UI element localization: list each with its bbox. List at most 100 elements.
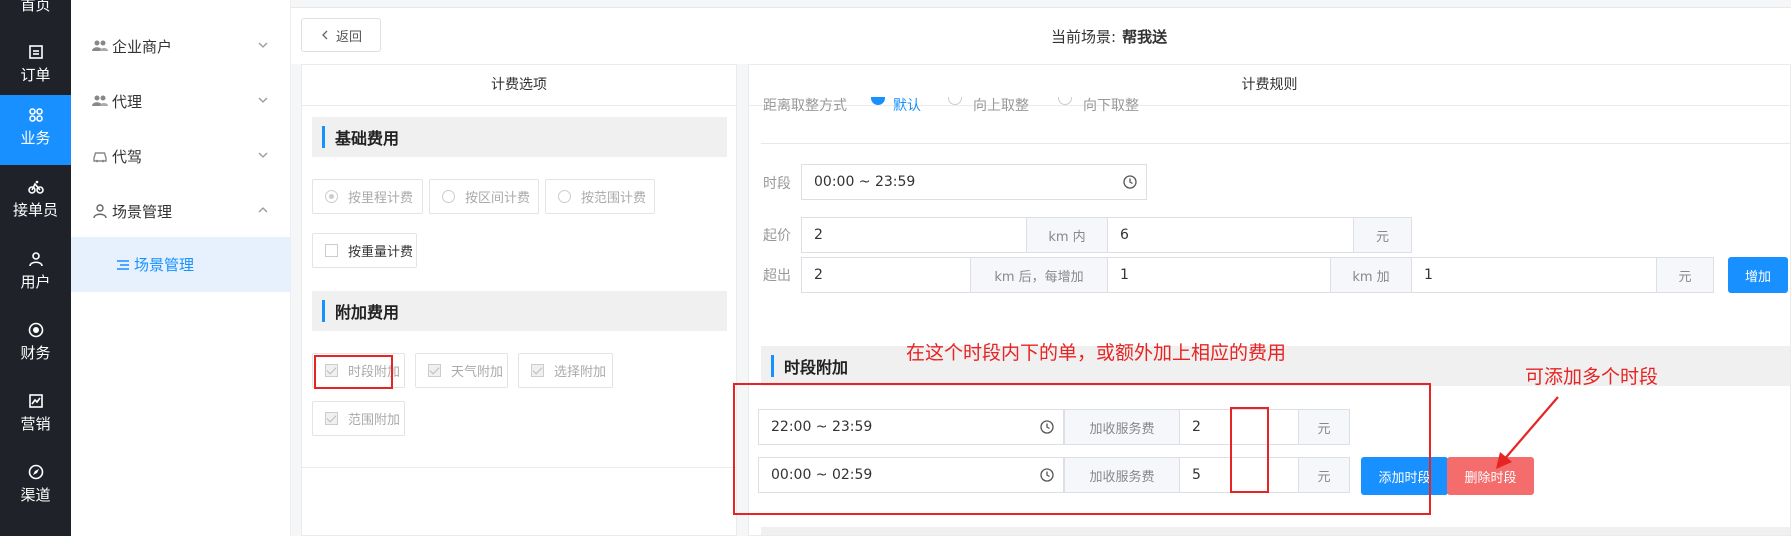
rounding-option-up[interactable]: 向上取整: [973, 97, 1029, 115]
start-price-input[interactable]: 6: [1107, 217, 1354, 253]
over-step-input[interactable]: 1: [1107, 257, 1331, 293]
person-icon: [93, 204, 107, 219]
section-accent-bar: [322, 300, 325, 322]
time-label: 时段: [763, 176, 791, 192]
grid-icon: [28, 108, 43, 122]
nav-item-users[interactable]: 用户: [0, 239, 71, 309]
radio-selected-indicator[interactable]: [871, 97, 885, 105]
checkbox-selection-surcharge[interactable]: 选择附加: [518, 353, 613, 388]
divider: [761, 143, 1790, 144]
chevron-left-icon: [322, 30, 328, 40]
nav-item-business[interactable]: 业务: [0, 95, 71, 165]
nav-item-marketing[interactable]: 营销: [0, 381, 71, 451]
over-price-input[interactable]: 1: [1411, 257, 1657, 293]
sidebar-item-label: 场景管理: [112, 202, 173, 221]
chevron-down-icon: [258, 97, 268, 103]
chevron-down-icon: [258, 42, 268, 48]
sidebar-subitem-label: 场景管理: [134, 256, 195, 274]
current-scene-value: 帮我送: [1122, 28, 1168, 46]
nav-item-orders[interactable]: 订单: [0, 32, 71, 102]
annotation-note-period: 在这个时段内下的单，或额外加上相应的费用: [906, 342, 1287, 364]
option-label: 按重量计费: [348, 245, 414, 260]
panel-divider: [302, 467, 736, 468]
charge-options-panel: 计费选项 基础费用 按里程计费 按区间计费 按范围计费 按重量计费 附加费用 时…: [301, 64, 737, 536]
next-section-edge: [761, 527, 1790, 535]
sidebar-item-label: 代理: [112, 92, 143, 111]
back-button-label: 返回: [335, 29, 362, 45]
sidebar-item-agents[interactable]: 代理: [71, 74, 291, 128]
radio-by-mileage[interactable]: 按里程计费: [312, 179, 423, 214]
rounding-row: 距离取整方式 默认 向上取整 向下取整: [763, 97, 1363, 117]
section-header-base: 基础费用: [312, 117, 727, 157]
radio-indicator[interactable]: [948, 97, 962, 105]
checkbox-weather-surcharge[interactable]: 天气附加: [415, 353, 508, 388]
top-divider: [291, 0, 1791, 8]
bike-icon: [27, 180, 44, 194]
currency-unit: 元: [1353, 217, 1412, 253]
checkbox-indicator: [428, 364, 441, 377]
section-accent-bar: [322, 126, 325, 148]
current-scene-label: 当前场景:: [1051, 28, 1117, 46]
nav-item-label: 营销: [20, 415, 51, 433]
sidebar-item-label: 企业商户: [112, 37, 173, 56]
time-range-value: 00:00 ~ 23:59: [814, 174, 916, 190]
annotation-box-fee-values: [1230, 407, 1269, 493]
checkbox-indicator: [325, 244, 338, 257]
sidebar-item-merchants[interactable]: 企业商户: [71, 19, 291, 73]
nav-item-label: 订单: [20, 66, 51, 84]
chevron-up-icon: [258, 207, 268, 213]
annotation-box-period-rows: [733, 383, 1431, 515]
nav-item-label: 渠道: [20, 486, 51, 504]
over-km-value: 2: [814, 267, 823, 283]
order-icon: [28, 45, 43, 59]
section-title: 时段附加: [784, 358, 849, 377]
section-title: 附加费用: [335, 303, 400, 322]
nav-item-finance[interactable]: 财务: [0, 310, 71, 380]
start-km-input[interactable]: 2: [801, 217, 1027, 253]
start-price-label: 起价: [763, 228, 791, 244]
sidebar-item-label: 代驾: [112, 147, 143, 166]
start-price-value: 6: [1120, 227, 1129, 243]
rounding-option-down[interactable]: 向下取整: [1083, 97, 1139, 115]
option-label: 按区间计费: [465, 191, 531, 206]
finance-icon: [28, 322, 43, 338]
annotation-arrow: [1496, 396, 1559, 469]
panel-title: 计费选项: [302, 65, 736, 106]
option-label: 按里程计费: [348, 191, 414, 206]
over-price-value: 1: [1424, 267, 1433, 283]
nav-item-label: 用户: [20, 273, 51, 291]
annotation-box-period-option: [314, 355, 393, 389]
add-tier-button[interactable]: 增加: [1728, 257, 1788, 293]
sidebar-item-designated-driving[interactable]: 代驾: [71, 129, 291, 183]
nav-item-home[interactable]: 首页: [0, 0, 71, 32]
radio-by-interval[interactable]: 按区间计费: [429, 179, 539, 214]
current-scene: 当前场景: 帮我送: [1051, 26, 1167, 47]
list-icon: [117, 259, 129, 270]
nav-item-riders[interactable]: 接单员: [0, 167, 71, 237]
primary-nav: 首页 订单 业务 接单员 用户 财务 营销 渠道: [0, 0, 71, 536]
annotation-note-multi: 可添加多个时段: [1525, 366, 1659, 388]
over-label: 超出: [763, 268, 791, 284]
chart-icon: [28, 394, 43, 408]
checkbox-range-surcharge[interactable]: 范围附加: [312, 401, 405, 436]
sidebar-subitem-scene-management[interactable]: 场景管理: [71, 237, 291, 292]
rounding-option-default[interactable]: 默认: [893, 97, 921, 115]
radio-indicator[interactable]: [1058, 97, 1072, 105]
option-label: 选择附加: [554, 365, 607, 380]
checkbox-by-weight[interactable]: 按重量计费: [312, 233, 417, 268]
back-button[interactable]: 返回: [301, 18, 381, 52]
sidebar-item-scene-management[interactable]: 场景管理: [71, 184, 291, 238]
page-header: 返回 当前场景: 帮我送: [291, 8, 1791, 64]
time-range-input[interactable]: 00:00 ~ 23:59: [801, 164, 1147, 200]
nav-item-label: 首页: [20, 0, 51, 14]
nav-item-channels[interactable]: 渠道: [0, 452, 71, 522]
over-km-input[interactable]: 2: [801, 257, 971, 293]
users-icon: [92, 40, 108, 51]
section-title: 基础费用: [335, 129, 400, 148]
car-icon: [93, 152, 107, 163]
radio-by-range[interactable]: 按范围计费: [545, 179, 655, 214]
rounding-label: 距离取整方式: [763, 98, 847, 114]
radio-indicator: [325, 190, 338, 203]
start-km-value: 2: [814, 227, 823, 243]
checkbox-indicator: [531, 364, 544, 377]
